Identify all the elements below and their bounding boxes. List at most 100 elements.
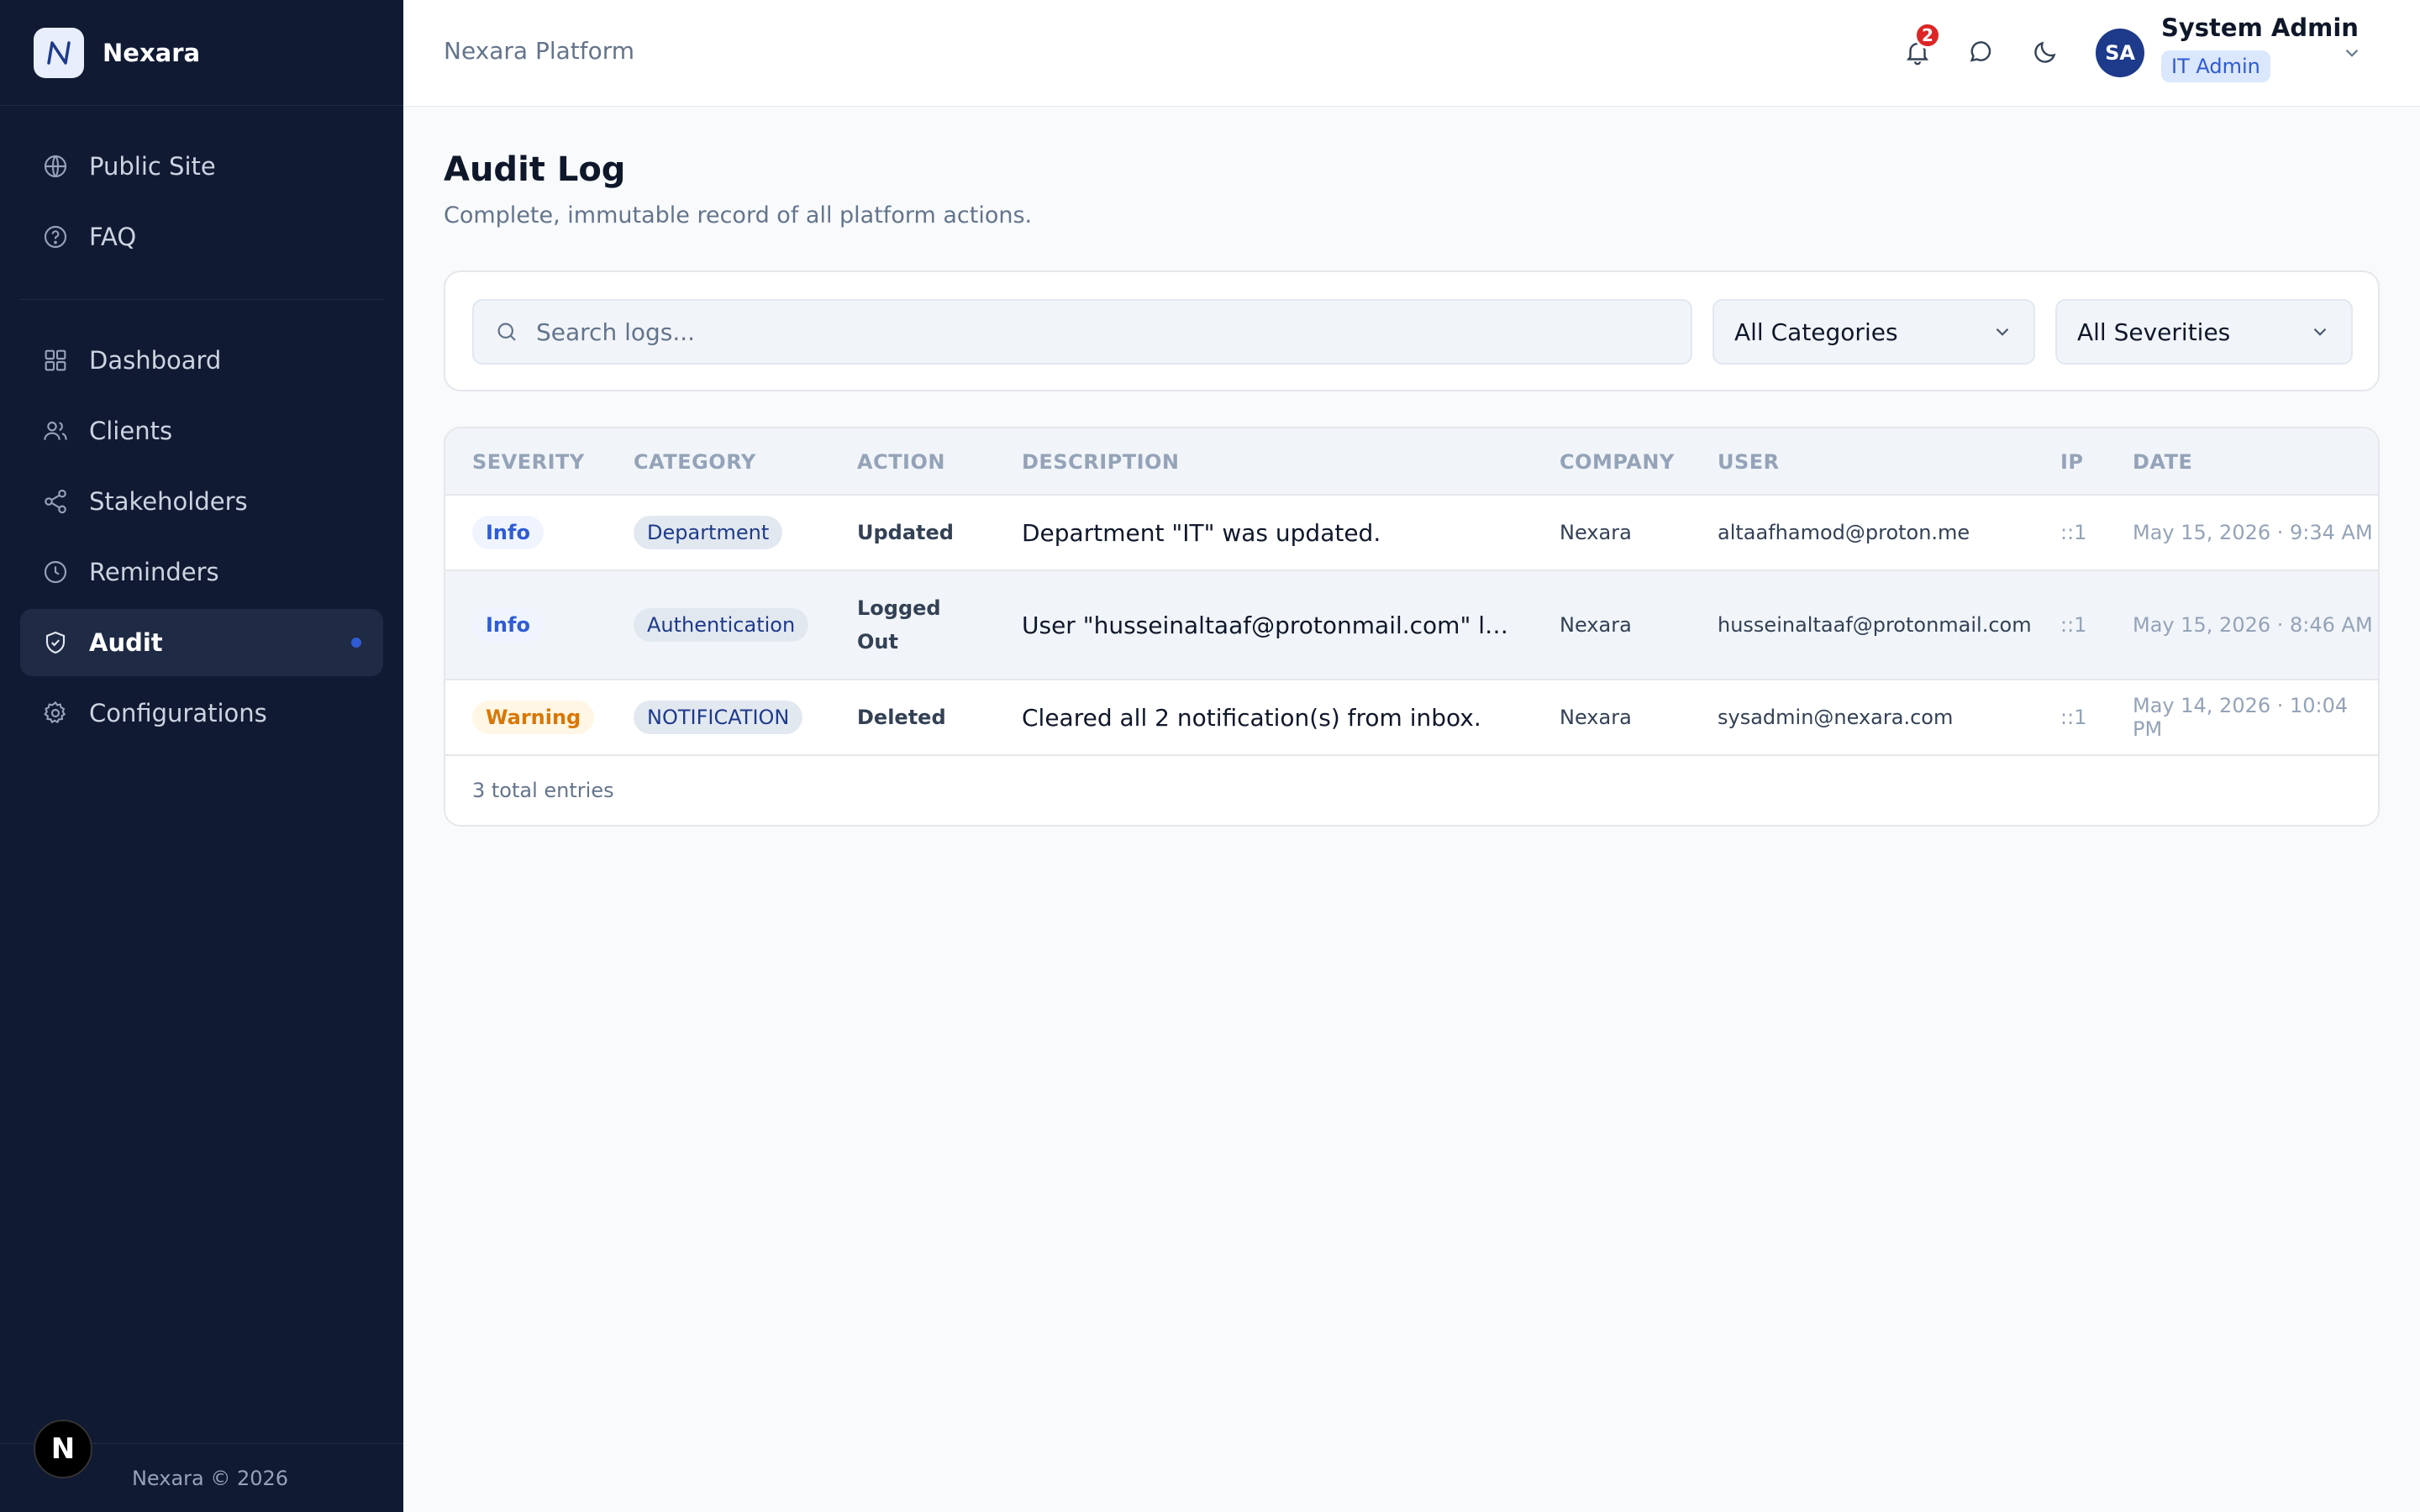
severity-select-value: All Severities (2077, 318, 2231, 346)
chevron-down-icon (2309, 321, 2331, 343)
sidebar-item-stakeholders[interactable]: Stakeholders (20, 468, 383, 535)
category-cell: NOTIFICATION (634, 680, 803, 754)
company-cell: Nexara (1560, 706, 1632, 729)
top-header: Nexara Platform 2 SA System Admin IT Adm… (403, 0, 2420, 107)
ip-cell: ::1 (2060, 706, 2087, 729)
messages-button[interactable] (1963, 34, 2000, 71)
header-title: Nexara Platform (444, 37, 635, 65)
notification-count-badge: 2 (1914, 22, 1941, 49)
category-cell: Department (634, 496, 783, 570)
sidebar-item-faq[interactable]: FAQ (20, 203, 383, 270)
brand[interactable]: Nexara (0, 0, 403, 106)
help-circle-icon (40, 222, 71, 252)
company-cell: Nexara (1560, 613, 1632, 637)
column-header-ip[interactable]: IP (2060, 428, 2084, 496)
category-cell: Authentication (634, 571, 809, 679)
category-badge: NOTIFICATION (634, 701, 803, 734)
n-badge[interactable]: N (34, 1420, 92, 1478)
search-icon (494, 319, 519, 344)
sidebar-item-configurations[interactable]: Configurations (20, 680, 383, 747)
user-cell: altaafhamod@proton.me (1718, 521, 1970, 544)
sidebar-item-audit[interactable]: Audit (20, 609, 383, 676)
date-cell: May 14, 2026 · 10:04 PM (2133, 694, 2349, 741)
company-cell: Nexara (1560, 521, 1632, 544)
column-header-action[interactable]: ACTION (857, 428, 945, 496)
sidebar-item-clients[interactable]: Clients (20, 397, 383, 465)
category-badge: Department (634, 516, 783, 549)
table-row[interactable]: Info Authentication Logged Out User "hus… (445, 571, 2378, 680)
sidebar-nav: Public Site FAQ Dashboard Clients Stakeh… (0, 106, 403, 764)
action-cell: Updated (857, 521, 954, 544)
nav-group-main: Dashboard Clients Stakeholders Reminders (20, 300, 383, 764)
page-title: Audit Log (444, 150, 626, 189)
sidebar-item-label: FAQ (89, 223, 137, 251)
category-badge: Authentication (634, 608, 809, 642)
column-header-description[interactable]: DESCRIPTION (1022, 428, 1180, 496)
table-footer: 3 total entries (472, 779, 614, 802)
sidebar-item-dashboard[interactable]: Dashboard (20, 327, 383, 394)
action-cell: Deleted (857, 706, 946, 729)
clock-icon (40, 557, 71, 587)
table-header: SEVERITY CATEGORY ACTION DESCRIPTION COM… (445, 428, 2378, 496)
severity-badge: Warning (472, 701, 595, 734)
column-header-user[interactable]: USER (1718, 428, 1780, 496)
column-header-severity[interactable]: SEVERITY (472, 428, 585, 496)
column-header-company[interactable]: COMPANY (1560, 428, 1675, 496)
sidebar-item-public-site[interactable]: Public Site (20, 133, 383, 200)
page-subtitle: Complete, immutable record of all platfo… (444, 202, 1033, 228)
ip-cell: ::1 (2060, 521, 2087, 544)
description-cell: Department "IT" was updated. (1022, 496, 1381, 570)
description-text: Cleared all 2 notification(s) from inbox… (1022, 703, 1481, 732)
date-cell: May 15, 2026 · 8:46 AM (2133, 613, 2373, 637)
sidebar-item-label: Configurations (89, 699, 267, 727)
user-cell: sysadmin@nexara.com (1718, 706, 1954, 729)
description-text: User "husseinaltaaf@protonmail.com" logg… (1022, 611, 1509, 639)
shield-check-icon (40, 627, 71, 658)
sidebar-item-label: Clients (89, 417, 173, 445)
description-cell: Cleared all 2 notification(s) from inbox… (1022, 680, 1481, 754)
ip-cell: ::1 (2060, 613, 2087, 637)
sidebar-item-label: Audit (89, 628, 163, 657)
search-input[interactable] (536, 318, 1662, 346)
user-role-badge: IT Admin (2161, 50, 2270, 82)
chevron-down-icon (1991, 321, 2013, 343)
column-header-date[interactable]: DATE (2133, 428, 2192, 496)
category-select[interactable]: All Categories (1712, 299, 2035, 365)
sidebar-item-label: Stakeholders (89, 487, 248, 516)
table-row[interactable]: Warning NOTIFICATION Deleted Cleared all… (445, 680, 2378, 756)
column-header-category[interactable]: CATEGORY (634, 428, 756, 496)
sidebar-item-label: Dashboard (89, 346, 222, 375)
category-select-value: All Categories (1734, 318, 1898, 346)
table-row[interactable]: Info Department Updated Department "IT" … (445, 496, 2378, 571)
moon-icon (2031, 38, 2060, 66)
user-name[interactable]: System Admin (2161, 13, 2359, 42)
date-cell: May 15, 2026 · 9:34 AM (2133, 521, 2373, 544)
active-indicator (351, 638, 361, 648)
severity-cell: Info (472, 496, 544, 570)
main-content: Audit Log Complete, immutable record of … (444, 107, 2380, 827)
description-cell: User "husseinaltaaf@protonmail.com" logg… (1022, 571, 1509, 679)
severity-badge: Info (472, 608, 544, 642)
sidebar: Nexara Public Site FAQ Dashboard Clients… (0, 0, 403, 1512)
globe-icon (40, 151, 71, 181)
theme-toggle-button[interactable] (2027, 34, 2064, 71)
sidebar-item-label: Reminders (89, 558, 219, 586)
chat-bubble-icon (1967, 38, 1996, 66)
gear-icon (40, 698, 71, 728)
severity-select[interactable]: All Severities (2055, 299, 2353, 365)
filter-bar: All Categories All Severities (444, 270, 2380, 391)
brand-name: Nexara (103, 38, 201, 67)
sidebar-item-label: Public Site (89, 152, 216, 181)
severity-cell: Info (472, 571, 544, 679)
sidebar-item-reminders[interactable]: Reminders (20, 538, 383, 606)
brand-logo-icon (34, 27, 84, 78)
search-box[interactable] (472, 299, 1692, 365)
notifications-button[interactable]: 2 (1899, 22, 1941, 71)
severity-cell: Warning (472, 680, 595, 754)
chevron-down-icon[interactable] (2341, 42, 2363, 64)
share-icon (40, 486, 71, 517)
avatar[interactable]: SA (2096, 29, 2144, 77)
action-cell: Logged Out (857, 596, 941, 654)
user-cell: husseinaltaaf@protonmail.com (1718, 613, 2032, 637)
description-text: Department "IT" was updated. (1022, 518, 1381, 547)
